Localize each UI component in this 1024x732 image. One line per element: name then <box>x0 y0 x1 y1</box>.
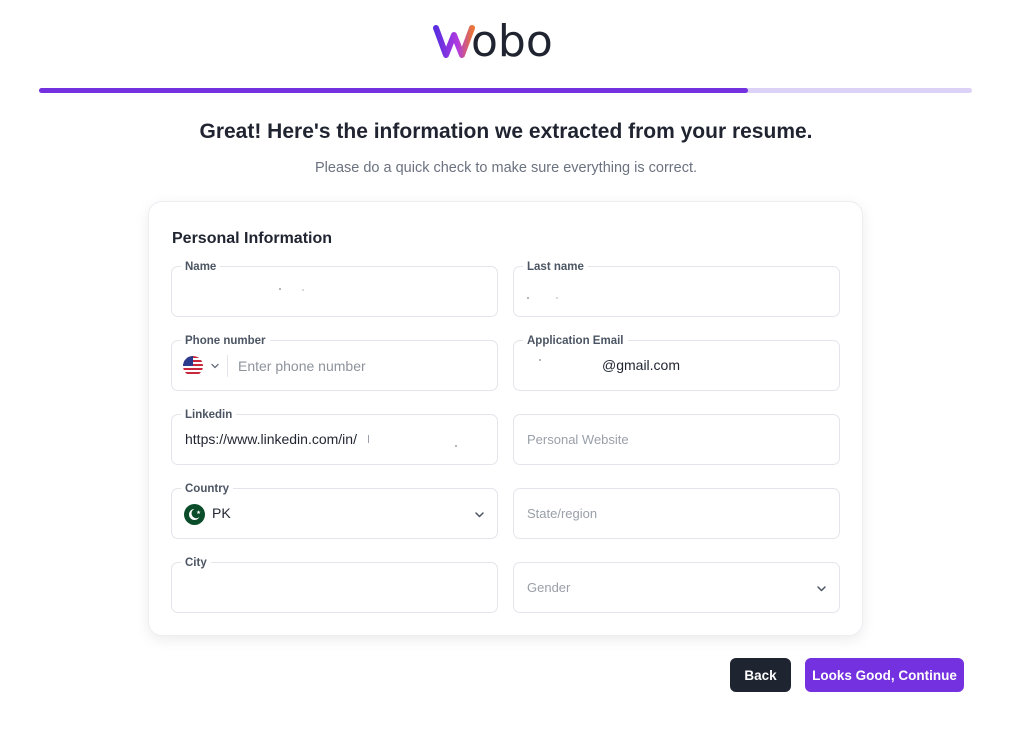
page-title: Great! Here's the information we extract… <box>199 120 813 143</box>
gender-placeholder: Gender <box>527 580 571 595</box>
application-email-label: Application Email <box>523 334 628 348</box>
personal-website-field[interactable]: Personal Website <box>513 414 840 465</box>
redacted-mark <box>556 297 558 299</box>
phone-number-field[interactable]: Phone number <box>171 334 498 391</box>
page-subtitle: Please do a quick check to make sure eve… <box>314 160 697 176</box>
divider <box>227 355 228 377</box>
linkedin-label: Linkedin <box>181 408 237 422</box>
last-name-field[interactable]: Last name <box>513 260 840 317</box>
city-field[interactable]: City <box>171 556 498 613</box>
progress-bar-fill <box>39 88 749 93</box>
pk-flag-icon <box>184 504 205 525</box>
phone-number-label: Phone number <box>181 334 270 348</box>
looks-good-continue-button[interactable]: Looks Good, Continue <box>805 658 964 692</box>
application-email-field[interactable]: Application Email @gmail.com <box>513 334 840 391</box>
redacted-mark <box>527 297 529 299</box>
back-button[interactable]: Back <box>730 658 791 692</box>
chevron-down-icon[interactable] <box>473 508 486 521</box>
redacted-mark <box>279 288 281 290</box>
name-label: Name <box>181 260 221 274</box>
state-region-field[interactable]: State/region <box>513 488 840 539</box>
redacted-mark <box>368 435 369 443</box>
state-region-placeholder: State/region <box>527 506 598 521</box>
us-flag-icon[interactable] <box>183 356 203 376</box>
chevron-down-icon[interactable] <box>209 359 221 371</box>
last-name-label: Last name <box>523 260 588 274</box>
logo-text: obo <box>471 16 553 64</box>
redacted-mark <box>539 359 541 361</box>
gender-select[interactable]: Gender <box>513 562 840 613</box>
city-label: City <box>181 556 211 570</box>
card-title: Personal Information <box>172 230 333 247</box>
phone-number-input[interactable] <box>238 352 488 380</box>
linkedin-value: https://www.linkedin.com/in/ <box>185 431 357 447</box>
country-value: PK <box>212 505 231 521</box>
redacted-mark <box>302 289 304 291</box>
country-label: Country <box>181 482 234 496</box>
name-field[interactable]: Name <box>171 260 498 317</box>
country-select[interactable]: Country PK <box>171 482 498 539</box>
chevron-down-icon[interactable] <box>815 582 828 595</box>
personal-website-placeholder: Personal Website <box>527 432 629 447</box>
progress-bar <box>39 88 972 93</box>
linkedin-field[interactable]: Linkedin https://www.linkedin.com/in/ <box>171 408 498 465</box>
wobo-logo: obo <box>433 8 583 64</box>
redacted-mark <box>455 445 457 447</box>
application-email-value: @gmail.com <box>602 357 681 373</box>
